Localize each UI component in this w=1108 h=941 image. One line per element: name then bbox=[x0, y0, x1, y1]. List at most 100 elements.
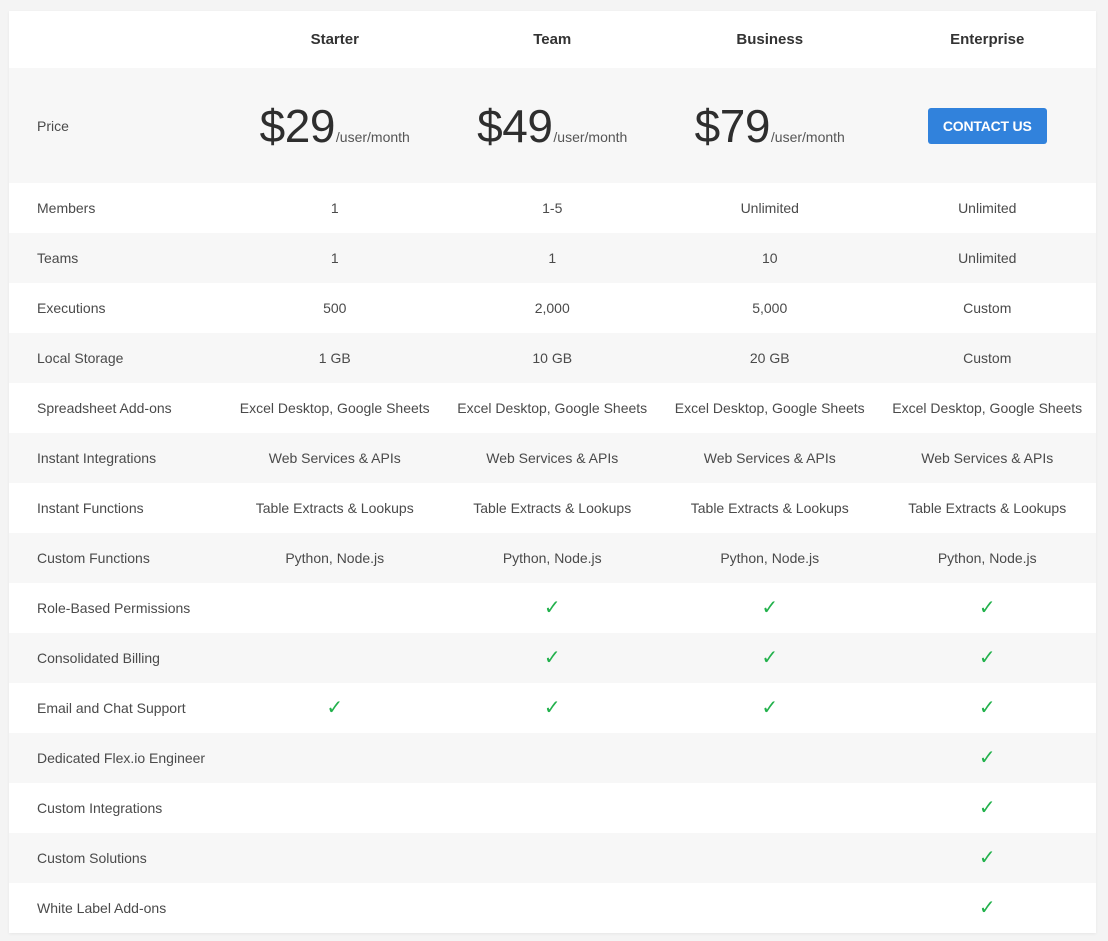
feature-value-cell: Unlimited bbox=[740, 200, 799, 216]
feature-value-cell: ✓ bbox=[879, 798, 1097, 818]
feature-row: White Label Add-ons ✓ bbox=[9, 883, 1096, 933]
price-cell-starter: $29 /user/month bbox=[226, 99, 444, 153]
feature-value-cell: Python, Node.js bbox=[502, 550, 602, 566]
checkmark-icon: ✓ bbox=[761, 697, 779, 719]
plan-header-starter: Starter bbox=[226, 31, 444, 48]
feature-label: Local Storage bbox=[37, 350, 124, 366]
feature-label: Executions bbox=[37, 300, 106, 316]
feature-value-cell: Python, Node.js bbox=[285, 550, 385, 566]
feature-label: Members bbox=[37, 200, 96, 216]
feature-label: Email and Chat Support bbox=[37, 700, 186, 716]
feature-row: Custom Integrations ✓ bbox=[9, 783, 1096, 833]
feature-value-cell: ✓ bbox=[661, 648, 879, 668]
feature-label: Teams bbox=[37, 250, 79, 266]
feature-value-cell: Excel Desktop, Google Sheets bbox=[457, 400, 648, 416]
checkmark-icon: ✓ bbox=[543, 597, 561, 619]
plan-header-row: Starter Team Business Enterprise bbox=[9, 11, 1096, 68]
feature-row: Custom Functions Python, Node.js Python, N… bbox=[9, 533, 1096, 583]
plan-header-business: Business bbox=[661, 31, 879, 48]
price-amount: $79 bbox=[694, 99, 771, 152]
feature-row: Local Storage 1 GB 10 GB 20 GB Custom bbox=[9, 333, 1096, 383]
feature-value-cell: Web Services & APIs bbox=[268, 450, 401, 466]
feature-row: Consolidated Billing ✓ ✓ ✓ bbox=[9, 633, 1096, 683]
feature-value-cell: Web Services & APIs bbox=[921, 450, 1054, 466]
feature-value-cell: Excel Desktop, Google Sheets bbox=[239, 400, 430, 416]
feature-label: Consolidated Billing bbox=[37, 650, 160, 666]
feature-value-cell: Unlimited bbox=[958, 250, 1017, 266]
feature-value-cell: Web Services & APIs bbox=[486, 450, 619, 466]
feature-value-cell: 5,000 bbox=[752, 300, 788, 316]
feature-row: Email and Chat Support ✓ ✓ ✓ ✓ bbox=[9, 683, 1096, 733]
plan-header-team: Team bbox=[444, 31, 662, 48]
checkmark-icon: ✓ bbox=[978, 697, 996, 719]
feature-value-cell: Python, Node.js bbox=[720, 550, 820, 566]
price-cell-business: $79 /user/month bbox=[661, 99, 879, 153]
feature-value-cell: 2,000 bbox=[534, 300, 570, 316]
feature-value-cell: 1 bbox=[548, 250, 557, 266]
feature-label: Custom Functions bbox=[37, 550, 150, 566]
plan-name: Enterprise bbox=[950, 31, 1025, 48]
feature-row: Instant Integrations Web Services & APIs W… bbox=[9, 433, 1096, 483]
feature-value-cell: 1 bbox=[330, 250, 339, 266]
feature-label: Spreadsheet Add-ons bbox=[37, 400, 172, 416]
plan-header-enterprise: Enterprise bbox=[879, 31, 1097, 48]
feature-value-cell: Web Services & APIs bbox=[703, 450, 836, 466]
feature-value-cell: Custom bbox=[963, 350, 1012, 366]
feature-value-cell: Custom bbox=[963, 300, 1012, 316]
checkmark-icon: ✓ bbox=[978, 797, 996, 819]
checkmark-icon: ✓ bbox=[978, 747, 996, 769]
checkmark-icon: ✓ bbox=[978, 897, 996, 919]
checkmark-icon: ✓ bbox=[978, 847, 996, 869]
feature-value-cell: ✓ bbox=[661, 698, 879, 718]
feature-value-cell: Table Extracts & Lookups bbox=[473, 500, 632, 516]
feature-value-cell: Table Extracts & Lookups bbox=[690, 500, 849, 516]
feature-value-cell: ✓ bbox=[879, 698, 1097, 718]
feature-value-cell: ✓ bbox=[444, 648, 662, 668]
price-unit: /user/month bbox=[770, 128, 845, 145]
price-cell-team: $49 /user/month bbox=[444, 99, 662, 153]
price-amount: $49 bbox=[477, 99, 553, 152]
feature-value-cell: ✓ bbox=[444, 598, 662, 618]
plan-name: Business bbox=[736, 31, 804, 48]
feature-value-cell: ✓ bbox=[879, 848, 1097, 868]
feature-value-cell: ✓ bbox=[879, 648, 1097, 668]
checkmark-icon: ✓ bbox=[543, 697, 561, 719]
pricing-table: Starter Team Business Enterprise Price $… bbox=[9, 11, 1096, 933]
price-unit: /user/month bbox=[553, 128, 628, 145]
feature-row: Role-Based Permissions ✓ ✓ ✓ bbox=[9, 583, 1096, 633]
contact-us-button[interactable]: CONTACT US bbox=[927, 107, 1047, 144]
feature-value-cell: 1 bbox=[330, 200, 339, 216]
plan-name: Starter bbox=[310, 31, 359, 48]
feature-value-cell: Excel Desktop, Google Sheets bbox=[674, 400, 865, 416]
feature-value-cell: ✓ bbox=[879, 748, 1097, 768]
price-unit: /user/month bbox=[335, 128, 410, 145]
feature-row: Spreadsheet Add-ons Excel Desktop, Google… bbox=[9, 383, 1096, 433]
feature-row: Dedicated Flex.io Engineer ✓ bbox=[9, 733, 1096, 783]
feature-value-cell: Table Extracts & Lookups bbox=[255, 500, 414, 516]
plan-name: Team bbox=[533, 31, 572, 48]
feature-value-cell: 1 GB bbox=[318, 350, 351, 366]
feature-value-cell: Unlimited bbox=[958, 200, 1017, 216]
checkmark-icon: ✓ bbox=[978, 647, 996, 669]
feature-value-cell: Excel Desktop, Google Sheets bbox=[892, 400, 1083, 416]
feature-value-cell: 1-5 bbox=[542, 200, 563, 216]
feature-value-cell: 500 bbox=[323, 300, 347, 316]
feature-row: Members 1 1-5 Unlimited Unlimited bbox=[9, 183, 1096, 233]
checkmark-icon: ✓ bbox=[761, 647, 779, 669]
feature-label: Custom Integrations bbox=[37, 800, 163, 816]
feature-value-cell: Python, Node.js bbox=[937, 550, 1037, 566]
feature-value-cell: 10 GB bbox=[532, 350, 573, 366]
feature-label: Role-Based Permissions bbox=[37, 600, 191, 616]
feature-value-cell: Table Extracts & Lookups bbox=[908, 500, 1067, 516]
feature-value-cell: ✓ bbox=[226, 698, 444, 718]
feature-row: Executions 500 2,000 5,000 Custom bbox=[9, 283, 1096, 333]
price-row: Price $29 /user/month $49 /user/month $7… bbox=[9, 68, 1096, 183]
feature-label: White Label Add-ons bbox=[37, 900, 167, 916]
checkmark-icon: ✓ bbox=[326, 697, 344, 719]
feature-label: Instant Integrations bbox=[37, 450, 157, 466]
feature-row: Instant Functions Table Extracts & Lookup… bbox=[9, 483, 1096, 533]
feature-label: Dedicated Flex.io Engineer bbox=[37, 750, 206, 766]
feature-value-cell: 20 GB bbox=[749, 350, 790, 366]
feature-value-cell: ✓ bbox=[879, 898, 1097, 918]
feature-label: Instant Functions bbox=[37, 500, 144, 516]
